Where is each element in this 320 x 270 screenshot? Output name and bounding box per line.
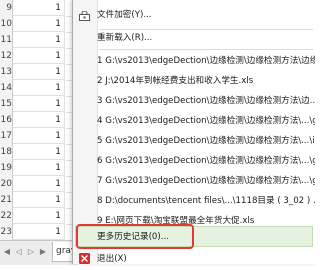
row-header[interactable]: 18	[0, 144, 13, 161]
sheet-row: 12 1	[0, 48, 78, 65]
row-header[interactable]: 21	[0, 192, 13, 209]
sheet-row: 11 1	[0, 32, 78, 49]
cell[interactable]: 1	[13, 48, 65, 64]
close-x-icon	[79, 253, 90, 264]
cell[interactable]: 1	[13, 192, 65, 208]
cell[interactable]: 1	[13, 16, 65, 32]
sheet-row: 16 1	[0, 112, 78, 129]
sheet-row: 20 1	[0, 176, 78, 193]
menu-item-label: 文件加密(Y)...	[97, 10, 152, 20]
row-header[interactable]: 10	[0, 16, 13, 33]
recent-file-label: 1 G:\vs2013\edgeDection\边缘检测\边缘检测方法\边缘	[97, 56, 315, 66]
cell[interactable]: 1	[13, 96, 65, 112]
row-header[interactable]: 20	[0, 176, 13, 193]
sheet-row: 15 1	[0, 96, 78, 113]
recent-file-item[interactable]: 3 G:\vs2013\edgeDection\边缘检测\边缘检测方法\边...	[73, 90, 317, 112]
recent-file-item[interactable]: 7 G:\vs2013\edgeDection\边缘检测\边缘检测方法\...\…	[73, 170, 317, 192]
menu-item-encrypt[interactable]: 文件加密(Y)...	[73, 4, 317, 26]
sheet-row: 23 1	[0, 224, 78, 241]
row-header[interactable]: 17	[0, 128, 13, 145]
sheet-row: 22 1	[0, 208, 78, 225]
menu-item-exit[interactable]: 退出(X)	[73, 248, 317, 270]
sheet-row: 17 1	[0, 128, 78, 145]
cell[interactable]: 1	[13, 64, 65, 80]
sheet-tab-bar: ◀ ◁ ▷ ▶ gray	[0, 240, 78, 265]
recent-file-label: 7 G:\vs2013\edgeDection\边缘检测\边缘检测方法\...\…	[97, 176, 315, 186]
menu-item-label: 重新载入(R)...	[97, 33, 153, 43]
recent-file-label: 4 G:\vs2013\edgeDection\边缘检测\边缘检测方法\...\…	[97, 116, 315, 126]
spreadsheet-area: 9 1 10 1 11 1 12 1 13 1 14 1 15 1 16 1 1…	[0, 0, 78, 265]
menu-item-label: 退出(X)	[97, 254, 127, 264]
recent-file-label: 6 G:\vs2013\edgeDection\边缘检测\边缘检测方法\...\…	[97, 156, 315, 166]
cell[interactable]: 1	[13, 160, 65, 176]
cell[interactable]: 1	[13, 32, 65, 48]
recent-file-item[interactable]: 4 G:\vs2013\edgeDection\边缘检测\边缘检测方法\...\…	[73, 110, 317, 132]
sheet-row: 18 1	[0, 144, 78, 161]
prev-sheet-arrow-icon[interactable]: ◁	[14, 246, 24, 258]
recent-file-item[interactable]: 2 J:\2014年到帐经费支出和收入学生.xls	[73, 70, 317, 92]
next-sheet-arrow-icon[interactable]: ▷	[26, 246, 36, 258]
sheet-row: 13 1	[0, 64, 78, 81]
row-header[interactable]: 16	[0, 112, 13, 129]
cell[interactable]: 1	[13, 80, 65, 96]
sheet-row: 14 1	[0, 80, 78, 97]
cell[interactable]: 1	[13, 144, 65, 160]
recent-file-item[interactable]: 5 G:\vs2013\edgeDection\边缘检测\边缘检测方法\...\…	[73, 130, 317, 152]
cell[interactable]: 1	[13, 176, 65, 192]
cell[interactable]: 1	[13, 128, 65, 144]
first-sheet-arrow-icon[interactable]: ◀	[2, 246, 12, 258]
lock-file-icon	[79, 11, 90, 21]
sheet-row: 9 1	[0, 0, 78, 17]
row-header[interactable]: 23	[0, 224, 13, 241]
recent-file-item[interactable]: 8 D:\documents\tencent files\...\1118目录 …	[73, 190, 317, 212]
menu-item-reload[interactable]: 重新载入(R)...	[73, 27, 317, 49]
row-header[interactable]: 9	[0, 0, 13, 17]
recent-file-label: 8 D:\documents\tencent files\...\1118目录 …	[97, 196, 315, 206]
row-header[interactable]: 12	[0, 48, 13, 65]
cell[interactable]: 1	[13, 0, 65, 16]
row-header[interactable]: 19	[0, 160, 13, 177]
sheet-row: 21 1	[0, 192, 78, 209]
highlight-annotation-box	[76, 224, 194, 249]
sheet-row: 19 1	[0, 160, 78, 177]
recent-file-label: 3 G:\vs2013\edgeDection\边缘检测\边缘检测方法\边...	[97, 96, 315, 106]
cell[interactable]: 1	[13, 112, 65, 128]
recent-file-item[interactable]: 1 G:\vs2013\edgeDection\边缘检测\边缘检测方法\边缘	[73, 50, 317, 72]
cell[interactable]: 1	[13, 224, 65, 240]
cell[interactable]: 1	[13, 208, 65, 224]
last-sheet-arrow-icon[interactable]: ▶	[38, 246, 48, 258]
recent-file-item[interactable]: 6 G:\vs2013\edgeDection\边缘检测\边缘检测方法\...\…	[73, 150, 317, 172]
row-header[interactable]: 13	[0, 64, 13, 81]
row-header[interactable]: 11	[0, 32, 13, 49]
row-header[interactable]: 22	[0, 208, 13, 225]
sheet-row: 10 1	[0, 16, 78, 33]
recent-file-label: 5 G:\vs2013\edgeDection\边缘检测\边缘检测方法\...\…	[97, 136, 315, 146]
recent-file-label: 2 J:\2014年到帐经费支出和收入学生.xls	[97, 76, 254, 86]
row-header[interactable]: 14	[0, 80, 13, 97]
row-header[interactable]: 15	[0, 96, 13, 113]
